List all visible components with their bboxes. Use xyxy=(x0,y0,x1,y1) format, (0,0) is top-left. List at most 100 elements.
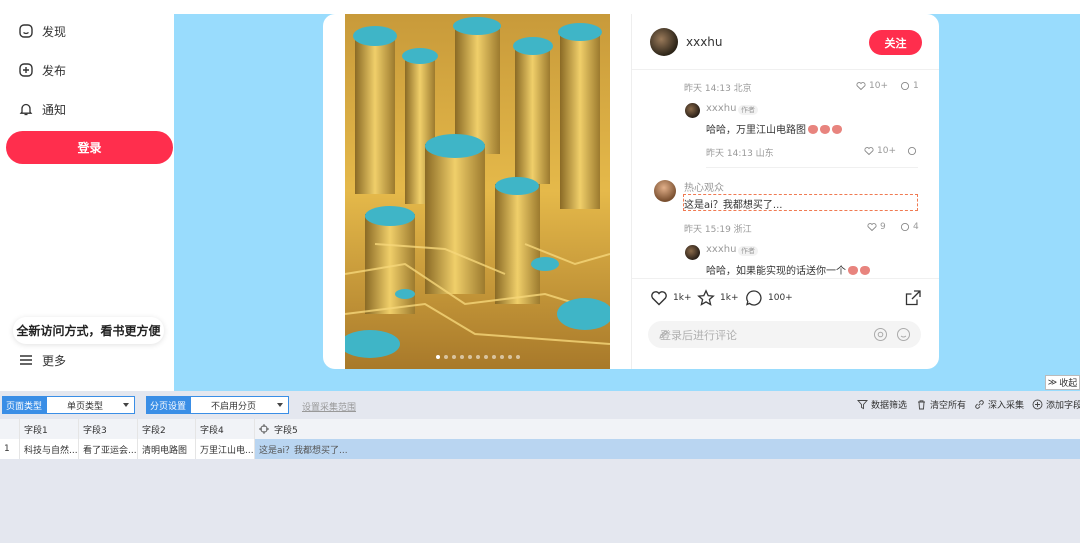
add-circle-icon xyxy=(1032,399,1043,410)
circuit-landscape-illustration xyxy=(345,14,610,369)
comment-meta: 昨天 14:13 山东 xyxy=(706,149,774,159)
comment-username[interactable]: 热心观众 xyxy=(684,179,724,194)
carousel-dot[interactable] xyxy=(499,355,504,359)
reply-button[interactable] xyxy=(907,146,917,156)
avatar[interactable] xyxy=(685,245,700,260)
reply-count[interactable]: 4 xyxy=(900,222,919,232)
comment-button[interactable]: 100+ xyxy=(745,289,793,307)
heart-icon xyxy=(867,223,877,232)
collect-button[interactable]: 1k+ xyxy=(697,289,738,307)
carousel-dots[interactable] xyxy=(345,355,610,359)
comment-username[interactable]: xxxhu xyxy=(706,103,736,114)
author-name[interactable]: xxxhu xyxy=(686,35,723,49)
carousel-dot[interactable] xyxy=(515,355,520,359)
post-side-panel: xxxhu 关注 昨天 14:13 北京 10+ 1 xxxhu 作者 哈哈，万… xyxy=(631,14,939,369)
login-button[interactable]: 登录 xyxy=(6,131,173,164)
like-count[interactable]: 10+ xyxy=(864,146,896,156)
comment-meta: 昨天 14:13 北京 xyxy=(684,84,752,94)
sidebar-item-discover[interactable]: 发现 xyxy=(18,19,66,43)
carousel-dot[interactable] xyxy=(491,355,496,359)
carousel-dot[interactable] xyxy=(475,355,480,359)
sidebar-item-publish[interactable]: 发布 xyxy=(18,58,66,82)
column-header[interactable]: 字段3 xyxy=(79,419,138,439)
author-badge: 作者 xyxy=(738,105,758,115)
set-range-link[interactable]: 设置采集范围 xyxy=(302,400,356,413)
sidebar-item-label: 更多 xyxy=(42,353,67,368)
comment-text: 哈哈，万里江山电路图 xyxy=(706,121,842,136)
link-icon xyxy=(975,400,984,409)
emoji-icon xyxy=(808,125,818,134)
star-icon xyxy=(697,289,715,306)
comment-username[interactable]: xxxhu xyxy=(706,244,736,255)
page-type-select[interactable]: 单页类型 xyxy=(46,396,135,414)
follow-button[interactable]: 关注 xyxy=(869,30,922,55)
emoji-icon xyxy=(848,266,858,275)
carousel-dot[interactable] xyxy=(451,355,456,359)
left-sidebar: 发现 发布 通知 登录 全新访问方式，看书更方便 更多 xyxy=(0,0,174,391)
deep-collect-button[interactable]: 深入采集 xyxy=(974,398,1024,411)
carousel-dot[interactable] xyxy=(507,355,512,359)
scraper-toolbar: 页面类型 单页类型 分页设置 不启用分页 设置采集范围 数据筛选 清空所有 深入… xyxy=(0,394,1080,416)
publish-plus-icon xyxy=(19,63,33,77)
add-field-button[interactable]: 添加字段 xyxy=(1032,398,1080,411)
clear-all-button[interactable]: 清空所有 xyxy=(916,398,966,411)
like-button[interactable]: 1k+ xyxy=(650,289,691,307)
index-header xyxy=(0,419,20,439)
comment-divider xyxy=(706,167,918,168)
column-header-active[interactable]: 字段5 xyxy=(255,419,355,439)
carousel-dot[interactable] xyxy=(459,355,464,359)
carousel-dot[interactable] xyxy=(467,355,472,359)
table-cell[interactable]: 科技与自然... xyxy=(20,439,79,459)
carousel-dot[interactable] xyxy=(443,355,448,359)
table-cell[interactable]: 看了亚运会... xyxy=(79,439,138,459)
author-badge: 作者 xyxy=(738,246,758,256)
comment-text[interactable]: 这是ai？我都想买了... xyxy=(684,196,782,211)
access-tip-banner[interactable]: 全新访问方式，看书更方便 xyxy=(13,317,164,344)
column-header[interactable]: 字段1 xyxy=(20,419,79,439)
caret-down-icon xyxy=(123,403,129,407)
like-count[interactable]: 9 xyxy=(867,222,886,232)
comment-input[interactable]: 登录后进行评论 xyxy=(648,321,921,348)
reply-count[interactable]: 1 xyxy=(900,81,919,91)
carousel-dot[interactable] xyxy=(435,355,440,359)
column-header[interactable]: 字段2 xyxy=(138,419,196,439)
heart-icon xyxy=(651,291,667,306)
table-cell[interactable]: 万里江山电... xyxy=(196,439,255,459)
like-count[interactable]: 10+ xyxy=(856,81,888,91)
avatar[interactable] xyxy=(650,28,678,56)
share-icon[interactable] xyxy=(904,289,922,307)
avatar[interactable] xyxy=(685,103,700,118)
comment-bubble-icon xyxy=(746,290,762,306)
table-cell-highlighted[interactable]: 这是ai？我都想买了... xyxy=(255,439,1080,459)
menu-icon xyxy=(20,355,32,365)
avatar[interactable] xyxy=(654,180,676,202)
comment-bubble-icon xyxy=(900,81,910,91)
sidebar-item-label: 通知 xyxy=(42,102,67,117)
row-index: 1 xyxy=(0,439,20,459)
table-cell[interactable]: 清明电路图 xyxy=(138,439,196,459)
comment-bubble-icon xyxy=(907,146,917,156)
trash-icon xyxy=(918,400,925,410)
heart-icon xyxy=(856,82,866,91)
column-header[interactable]: 字段4 xyxy=(196,419,255,439)
comment-bubble-icon xyxy=(900,222,910,232)
post-detail-card: xxxhu 关注 昨天 14:13 北京 10+ 1 xxxhu 作者 哈哈，万… xyxy=(323,14,939,369)
paging-label: 分页设置 xyxy=(146,396,190,414)
page-type-label: 页面类型 xyxy=(2,396,46,414)
discover-icon xyxy=(19,24,33,38)
caret-down-icon xyxy=(277,403,283,407)
paging-select[interactable]: 不启用分页 xyxy=(190,396,289,414)
carousel-dot[interactable] xyxy=(483,355,488,359)
sidebar-item-label: 发现 xyxy=(42,24,67,39)
heart-icon xyxy=(864,147,874,156)
post-action-bar: 1k+ 1k+ 100+ xyxy=(632,278,939,317)
filter-data-button[interactable]: 数据筛选 xyxy=(857,398,907,411)
post-image[interactable] xyxy=(345,14,610,369)
sidebar-item-notifications[interactable]: 通知 xyxy=(18,97,66,121)
sidebar-item-more[interactable]: 更多 xyxy=(18,348,66,372)
collapse-button[interactable]: ≫ 收起 xyxy=(1045,375,1080,390)
sidebar-item-label: 发布 xyxy=(42,63,67,78)
table-row[interactable]: 1 科技与自然... 看了亚运会... 清明电路图 万里江山电... 这是ai？… xyxy=(0,439,1080,459)
author-bar: xxxhu 关注 xyxy=(632,14,939,70)
table-header-row: 字段1 字段3 字段2 字段4 字段5 xyxy=(0,419,1080,439)
